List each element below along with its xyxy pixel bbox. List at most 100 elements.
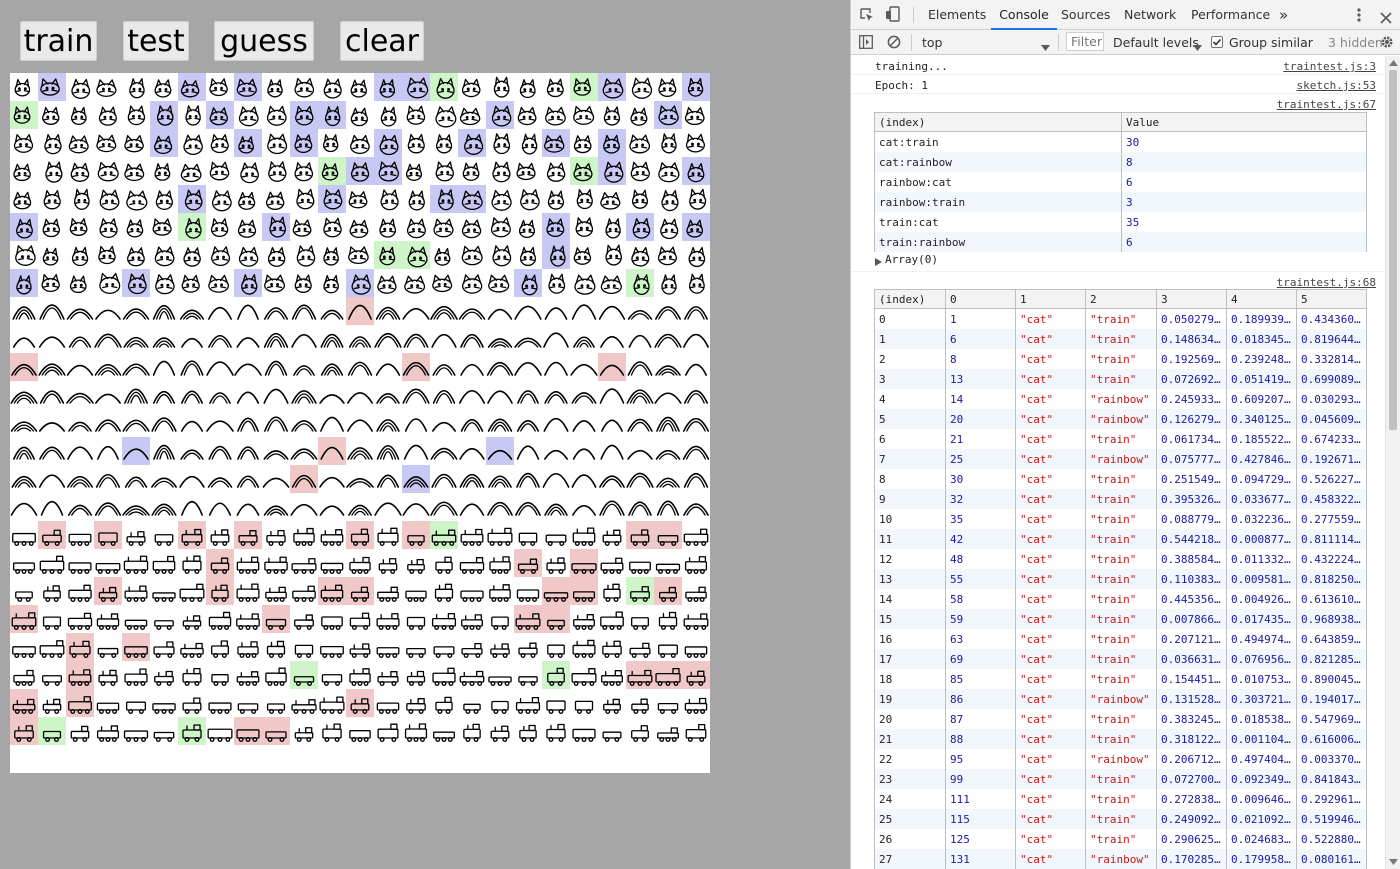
filter-placeholder: Filter [1071, 34, 1102, 49]
train-button[interactable]: train [20, 21, 97, 61]
table-header[interactable]: (index) [874, 289, 946, 309]
table-cell: cat:train [874, 131, 1122, 152]
sidebar-toggle-icon[interactable] [859, 35, 873, 49]
rainbow-doodle [178, 493, 206, 521]
train-doodle [570, 689, 598, 717]
cat-doodle [178, 185, 206, 213]
tab-console[interactable]: Console [991, 0, 1057, 30]
train-doodle [38, 605, 66, 633]
train-doodle [346, 633, 374, 661]
console-scrollbar[interactable] [1385, 56, 1400, 869]
more-tabs-button[interactable]: » [1279, 0, 1288, 30]
rainbow-doodle [402, 325, 430, 353]
train-doodle [234, 633, 262, 661]
kebab-menu-icon[interactable] [1357, 7, 1361, 23]
clear-console-icon[interactable] [887, 35, 901, 49]
cat-doodle [10, 129, 38, 157]
doodle-canvas[interactable] [10, 73, 710, 773]
table-header[interactable]: 4 [1226, 289, 1297, 309]
tab-network[interactable]: Network [1124, 0, 1176, 30]
train-doodle [122, 661, 150, 689]
expand-triangle-icon[interactable] [875, 256, 882, 269]
array-footer[interactable]: Array(0) [885, 253, 938, 266]
device-toolbar-icon[interactable] [885, 6, 901, 22]
rainbow-doodle [150, 353, 178, 381]
rainbow-doodle [654, 353, 682, 381]
table-cell: "train" [1085, 809, 1157, 829]
cat-doodle [514, 185, 542, 213]
test-button[interactable]: test [123, 21, 189, 61]
guess-button[interactable]: guess [214, 21, 314, 61]
table-cell: 0.004926… [1226, 589, 1297, 609]
rainbow-doodle [430, 325, 458, 353]
cat-doodle [150, 185, 178, 213]
train-doodle [234, 521, 262, 549]
source-link[interactable]: sketch.js:53 [1297, 79, 1376, 92]
train-doodle [150, 661, 178, 689]
train-doodle [318, 605, 346, 633]
cat-doodle [374, 129, 402, 157]
context-selector[interactable]: top [917, 33, 1053, 52]
table-cell: "cat" [1015, 329, 1086, 349]
devtools-tab-bar: Elements Console Sources Network Perform… [851, 0, 1400, 30]
cat-doodle [10, 101, 38, 129]
rainbow-doodle [262, 325, 290, 353]
source-link[interactable]: traintest.js:68 [1277, 276, 1376, 289]
scrollbar-thumb[interactable] [1389, 70, 1397, 430]
train-doodle [542, 689, 570, 717]
close-icon[interactable] [1380, 9, 1392, 24]
group-similar-checkbox[interactable] [1211, 36, 1223, 48]
tab-performance[interactable]: Performance [1191, 0, 1270, 30]
scroll-up-icon[interactable] [1389, 60, 1398, 66]
rainbow-doodle [290, 437, 318, 465]
source-link[interactable]: traintest.js:3 [1283, 60, 1376, 73]
table-cell: 0.000877… [1226, 529, 1297, 549]
table-row: 22 95 "cat" "rainbow" 0.206712… 0.497404… 0.00… [874, 749, 1367, 769]
table-header[interactable]: 0 [945, 289, 1016, 309]
cat-doodle [654, 129, 682, 157]
rainbow-doodle [402, 381, 430, 409]
table-header[interactable]: 3 [1156, 289, 1227, 309]
tab-sources[interactable]: Sources [1061, 0, 1110, 30]
table-cell: "cat" [1015, 409, 1086, 429]
rainbow-doodle [514, 465, 542, 493]
table-header[interactable]: (index) [874, 112, 1122, 132]
rainbow-doodle [122, 297, 150, 325]
table-cell: 17 [874, 649, 946, 669]
table-header[interactable]: 5 [1296, 289, 1367, 309]
train-doodle [290, 549, 318, 577]
train-doodle [346, 689, 374, 717]
table-header[interactable]: Value [1121, 112, 1367, 132]
table-header[interactable]: 1 [1015, 289, 1086, 309]
source-link[interactable]: traintest.js:67 [1277, 98, 1376, 111]
train-doodle [430, 577, 458, 605]
cat-doodle [234, 73, 262, 101]
train-doodle [150, 605, 178, 633]
table-cell: 0.890045… [1296, 669, 1367, 689]
train-doodle [626, 549, 654, 577]
table-header[interactable]: 2 [1085, 289, 1157, 309]
table-cell: 0.699089… [1296, 369, 1367, 389]
filter-input[interactable]: Filter [1066, 32, 1104, 51]
clear-button[interactable]: clear [340, 21, 424, 61]
inspect-element-icon[interactable] [860, 7, 874, 21]
rainbow-doodle [458, 381, 486, 409]
train-doodle [94, 633, 122, 661]
rainbow-doodle [38, 381, 66, 409]
group-similar-label[interactable]: Group similar [1229, 35, 1313, 50]
train-doodle [542, 717, 570, 745]
tab-elements[interactable]: Elements [928, 0, 986, 30]
train-doodle [262, 549, 290, 577]
table-cell: 0.072692… [1156, 369, 1227, 389]
rainbow-doodle [234, 437, 262, 465]
cat-doodle [290, 157, 318, 185]
rainbow-doodle [206, 353, 234, 381]
scroll-down-icon[interactable] [1389, 859, 1398, 865]
train-doodle [290, 689, 318, 717]
cat-doodle [38, 157, 66, 185]
log-levels-dropdown[interactable]: Default levels [1113, 33, 1205, 52]
table-cell: 25 [945, 449, 1016, 469]
settings-gear-icon[interactable] [1380, 35, 1394, 49]
cat-doodle [150, 241, 178, 269]
table-row: 14 58 "cat" "train" 0.445356… 0.004926… 0.6136… [874, 589, 1367, 609]
